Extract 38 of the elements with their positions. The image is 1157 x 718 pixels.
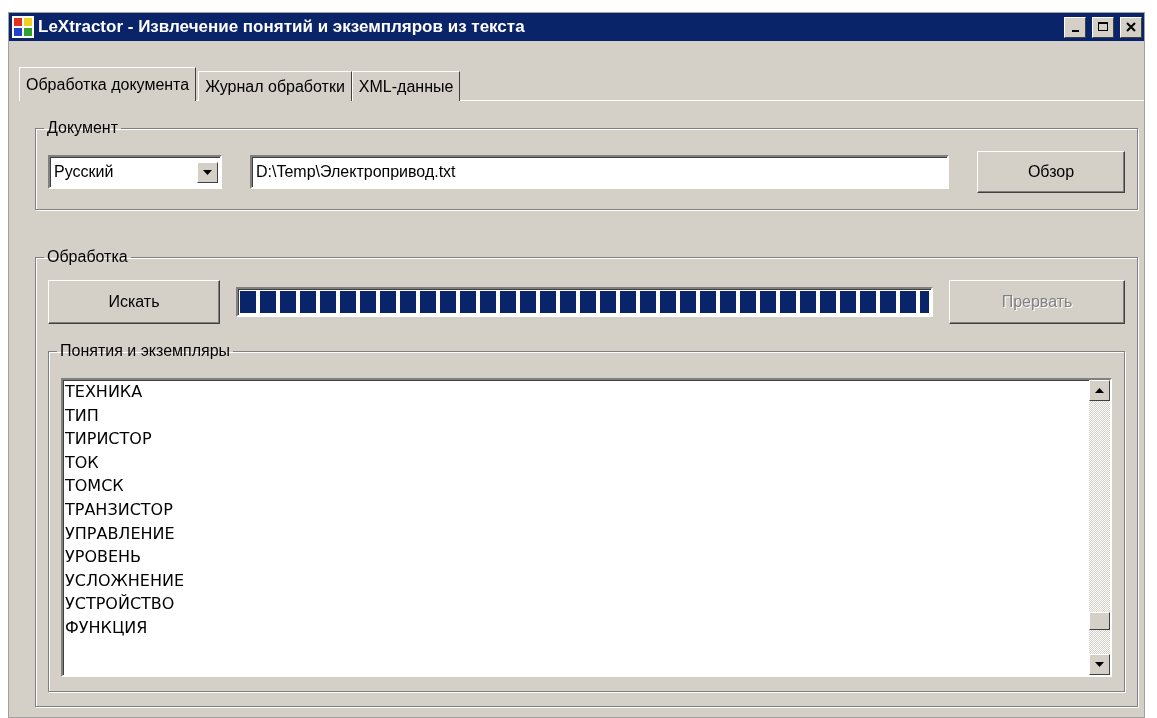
list-item[interactable]: УПРАВЛЕНИЕ [65,521,1087,546]
window-title: LeXtractor - Извлечение понятий и экземпляров из текста [38,17,526,37]
close-icon [1126,22,1136,32]
list-item[interactable]: ТИРИСТОР [65,427,1087,451]
browse-button[interactable]: Обзор [977,151,1125,193]
close-button[interactable] [1120,16,1142,38]
list-item[interactable]: ТИП [65,403,1087,428]
maximize-button[interactable] [1092,16,1114,38]
list-item[interactable]: УСТРОЙСТВО [65,592,1087,616]
group-title: Обработка [46,248,129,266]
scroll-down-button[interactable] [1089,654,1110,675]
tab[interactable]: XML-данные [351,71,461,101]
language-dropdown[interactable]: Русский [48,155,222,189]
list-box[interactable]: ТЕХНИКА ТИП ТИРИСТОР ТОК ТОМСК ТРАНЗИСТОР УПРАВЛЕНИЕ УРОВЕНЬ УСЛОЖНЕНИЕ УСТРОЙСТВО ФУНКЦИЯ [61,378,1112,677]
list-item[interactable]: ФУНКЦИЯ [65,615,1087,640]
maximize-icon [1097,22,1109,32]
scroll-thumb[interactable] [1089,612,1110,630]
list-item[interactable]: ТРАНЗИСТОР [65,497,1087,522]
minimize-icon [1071,30,1079,32]
tab[interactable]: Журнал обработки [198,71,352,101]
scroll-up-button[interactable] [1089,380,1110,401]
tab[interactable]: Обработка документа [19,67,197,101]
list-item[interactable]: УСЛОЖНЕНИЕ [65,568,1087,593]
caret-down-icon [1095,662,1104,667]
dropdown-button[interactable] [197,161,218,183]
list-item[interactable]: ТОК [65,450,1087,475]
file-path-field[interactable]: D:\Temp\Электропривод.txt [250,155,949,189]
list-item[interactable]: ТОМСК [65,474,1087,498]
search-button[interactable]: Искать [48,280,220,324]
minimize-button[interactable] [1064,16,1086,38]
group-title: Документ [46,119,119,137]
list-item[interactable]: УРОВЕНЬ [65,545,1087,569]
list-item[interactable]: ТЕХНИКА [65,380,1087,404]
app-icon [12,16,34,38]
caret-down-icon [203,169,212,175]
scrollbar[interactable] [1089,380,1110,675]
caret-up-icon [1095,388,1104,393]
group-title: Понятия и экземпляры [59,342,232,360]
